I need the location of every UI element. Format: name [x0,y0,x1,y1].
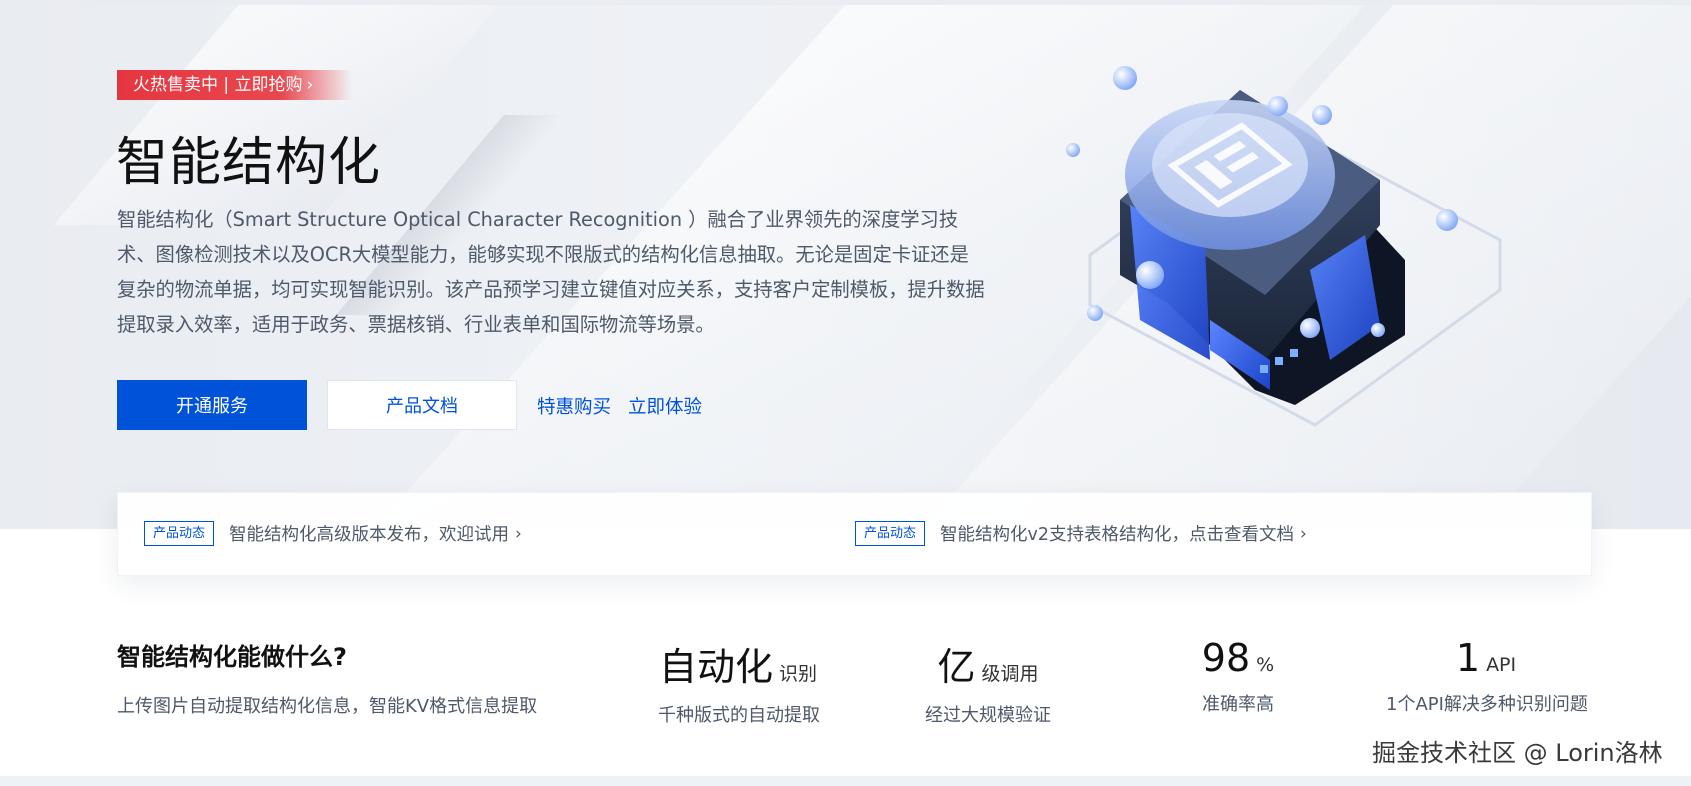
stat-item: 98% 准确率高 [1158,636,1318,716]
activate-service-button[interactable]: 开通服务 [117,380,307,430]
stat-value: 自动化 [658,645,773,689]
stat-description: 经过大规模验证 [925,705,1051,726]
chevron-right-icon: › [1300,523,1307,544]
product-docs-button[interactable]: 产品文档 [327,380,517,430]
stat-description: 千种版式的自动提取 [658,705,820,726]
bottom-divider [0,776,1691,786]
hero-banner: 火热售卖中 | 立即抢购 › 智能结构化 智能结构化（Smart Structur… [0,5,1691,529]
capability-subtitle: 上传图片自动提取结构化信息，智能KV格式信息提取 [117,696,538,717]
stat-description: 1个API解决多种识别问题 [1386,694,1588,715]
stat-unit: API [1486,654,1517,676]
news-tag: 产品动态 [144,521,215,546]
promo-badge[interactable]: 火热售卖中 | 立即抢购 › [117,70,352,100]
stat-value: 1 [1455,636,1481,680]
product-chip-illustration [1066,66,1502,427]
news-item[interactable]: 产品动态 智能结构化v2支持表格结构化，点击查看文档 › [855,521,1307,546]
stat-item: 亿级调用 经过大规模验证 [908,636,1068,727]
stat-unit: 识别 [779,663,818,685]
promo-badge-label: 火热售卖中 | 立即抢购 [133,75,303,95]
watermark: 掘金技术社区 @ Lorin洛林 [1372,739,1663,767]
try-now-link[interactable]: 立即体验 [628,393,702,419]
stat-unit: % [1256,654,1275,676]
news-tag: 产品动态 [855,521,926,546]
discount-purchase-link[interactable]: 特惠购买 [537,393,611,419]
news-item[interactable]: 产品动态 智能结构化高级版本发布，欢迎试用 › [144,521,522,546]
stat-item: 自动化 识别 千种版式的自动提取 [658,636,820,727]
news-text: 智能结构化高级版本发布，欢迎试用 [229,525,510,545]
stat-unit: 级调用 [981,663,1039,685]
capability-title: 智能结构化能做什么? [117,643,347,671]
news-text: 智能结构化v2支持表格结构化，点击查看文档 [940,525,1295,545]
stat-item: 1 API 1个API解决多种识别问题 [1386,636,1588,716]
stat-description: 准确率高 [1202,694,1274,715]
product-description: 智能结构化（Smart Structure Optical Character … [117,208,985,336]
stat-value: 98 [1201,636,1251,680]
stat-value: 亿 [937,645,976,689]
chevron-right-icon: › [306,75,314,95]
news-bar: 产品动态 智能结构化高级版本发布，欢迎试用 › 产品动态 智能结构化v2支持表格… [117,492,1592,576]
page-title: 智能结构化 [116,133,382,193]
chevron-right-icon: › [515,523,522,544]
